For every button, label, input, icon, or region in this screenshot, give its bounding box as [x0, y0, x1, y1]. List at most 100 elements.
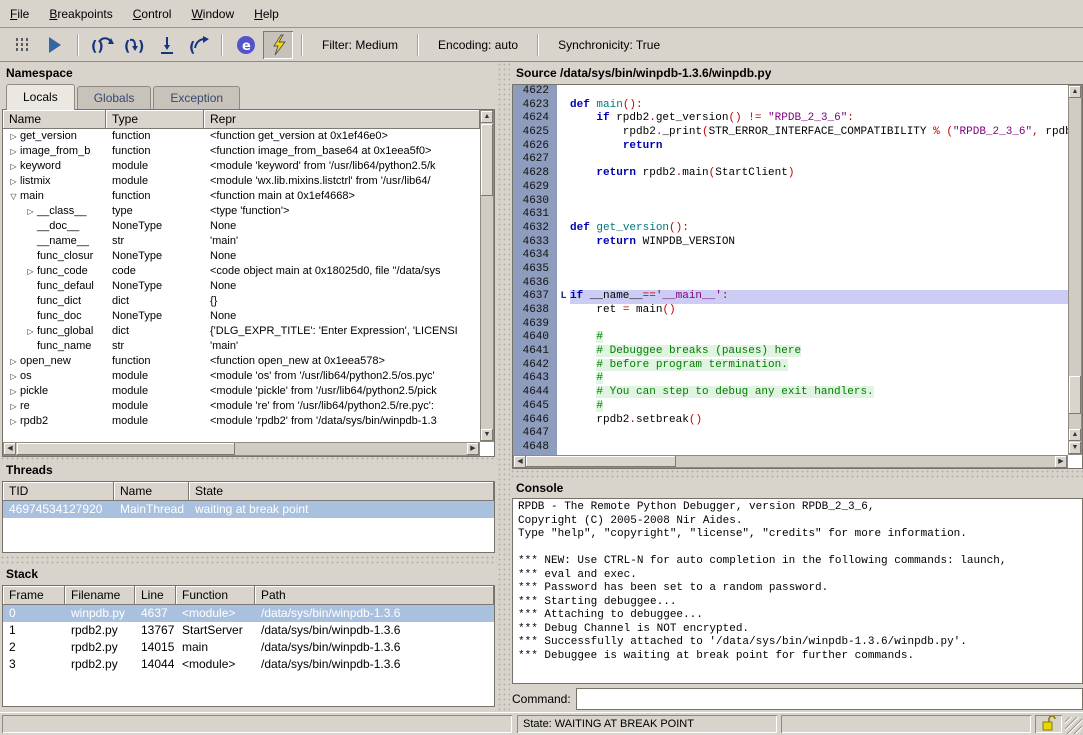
- line-number[interactable]: 4642: [513, 359, 557, 373]
- menu-item-file[interactable]: File: [0, 2, 39, 26]
- go-button[interactable]: [39, 31, 69, 59]
- line-number[interactable]: 4622: [513, 85, 557, 99]
- namespace-row[interactable]: ▷osmodule<module 'os' from '/usr/lib64/p…: [3, 369, 480, 384]
- line-number[interactable]: 4628: [513, 167, 557, 181]
- line-number[interactable]: 4647: [513, 427, 557, 441]
- source-line[interactable]: 4634: [513, 249, 1068, 263]
- source-line[interactable]: 4638 ret = main(): [513, 304, 1068, 318]
- expand-icon[interactable]: ▷: [7, 354, 20, 369]
- source-line[interactable]: 4627: [513, 153, 1068, 167]
- analyze-exception-button[interactable]: e: [231, 31, 261, 59]
- scroll-left-icon[interactable]: ◀: [514, 456, 526, 468]
- source-line[interactable]: 4629: [513, 181, 1068, 195]
- source-line[interactable]: 4625 rpdb2._print(STR_ERROR_INTERFACE_CO…: [513, 126, 1068, 140]
- breakpoint-margin[interactable]: [557, 331, 570, 345]
- breakpoint-margin[interactable]: [557, 263, 570, 277]
- command-input[interactable]: [576, 688, 1083, 710]
- breakpoint-margin[interactable]: [557, 181, 570, 195]
- vertical-splitter[interactable]: [497, 62, 510, 712]
- goto-button[interactable]: (: [183, 31, 213, 59]
- scrollbar-thumb[interactable]: [1069, 376, 1081, 414]
- breakpoint-margin[interactable]: [557, 249, 570, 263]
- column-header-repr[interactable]: Repr: [204, 110, 480, 129]
- namespace-hscrollbar[interactable]: ◀ ▶: [3, 442, 480, 456]
- current-line-marker[interactable]: L: [557, 290, 570, 304]
- breakpoint-margin[interactable]: [557, 236, 570, 250]
- column-header-path[interactable]: Path: [255, 586, 494, 605]
- expand-icon[interactable]: ▷: [24, 324, 37, 339]
- scroll-up-icon[interactable]: ▲: [481, 111, 493, 123]
- line-number[interactable]: 4637: [513, 290, 557, 304]
- breakpoint-margin[interactable]: [557, 414, 570, 428]
- source-line[interactable]: 4631: [513, 208, 1068, 222]
- breakpoint-margin[interactable]: [557, 126, 570, 140]
- source-line[interactable]: 4630: [513, 195, 1068, 209]
- breakpoint-margin[interactable]: [557, 441, 570, 455]
- breakpoint-margin[interactable]: [557, 222, 570, 236]
- expand-icon[interactable]: ▷: [24, 264, 37, 279]
- scroll-up-icon[interactable]: ▲: [1069, 429, 1081, 441]
- expand-icon[interactable]: ▷: [7, 414, 20, 429]
- horizontal-splitter[interactable]: [510, 469, 1083, 478]
- source-line[interactable]: 4633 return WINPDB_VERSION: [513, 236, 1068, 250]
- expand-icon[interactable]: ▷: [7, 384, 20, 399]
- menu-item-breakpoints[interactable]: Breakpoints: [39, 2, 122, 26]
- next-button[interactable]: (): [87, 31, 117, 59]
- namespace-vscrollbar[interactable]: ▲ ▼: [480, 110, 494, 442]
- source-line[interactable]: 4642 # before program termination.: [513, 359, 1068, 373]
- namespace-row[interactable]: ▷listmixmodule<module 'wx.lib.mixins.lis…: [3, 174, 480, 189]
- line-number[interactable]: 4627: [513, 153, 557, 167]
- source-line[interactable]: 4646 rpdb2.setbreak(): [513, 414, 1068, 428]
- collapse-icon[interactable]: ▽: [7, 189, 20, 204]
- tab-locals[interactable]: Locals: [6, 84, 75, 110]
- stack-frame-row[interactable]: 2rpdb2.py14015main/data/sys/bin/winpdb-1…: [3, 639, 494, 656]
- column-header-function[interactable]: Function: [176, 586, 255, 605]
- source-line[interactable]: 4641 # Debuggee breaks (pauses) here: [513, 345, 1068, 359]
- console-output[interactable]: RPDB - The Remote Python Debugger, versi…: [512, 498, 1083, 684]
- step-button[interactable]: ( ): [119, 31, 149, 59]
- expand-icon[interactable]: ▷: [7, 369, 20, 384]
- source-line[interactable]: 4622: [513, 85, 1068, 99]
- source-line[interactable]: 4632def get_version():: [513, 222, 1068, 236]
- breakpoint-margin[interactable]: [557, 372, 570, 386]
- stack-frame-row[interactable]: 3rpdb2.py14044<module>/data/sys/bin/winp…: [3, 656, 494, 673]
- column-header-type[interactable]: Type: [106, 110, 204, 129]
- return-button[interactable]: [151, 31, 181, 59]
- expand-icon[interactable]: ▷: [7, 399, 20, 414]
- line-number[interactable]: 4623: [513, 99, 557, 113]
- breakpoint-margin[interactable]: [557, 99, 570, 113]
- source-line[interactable]: 4637Lif __name__=='__main__':: [513, 290, 1068, 304]
- namespace-row[interactable]: __name__str'main': [3, 234, 480, 249]
- line-number[interactable]: 4625: [513, 126, 557, 140]
- synchronicity-label[interactable]: Synchronicity: True: [546, 38, 672, 52]
- source-line[interactable]: 4624 if rpdb2.get_version() != "RPDB_2_3…: [513, 112, 1068, 126]
- line-number[interactable]: 4641: [513, 345, 557, 359]
- line-number[interactable]: 4631: [513, 208, 557, 222]
- tab-globals[interactable]: Globals: [77, 86, 152, 110]
- horizontal-splitter[interactable]: [0, 555, 497, 564]
- scrollbar-thumb[interactable]: [17, 443, 235, 455]
- scroll-up-icon[interactable]: ▲: [1069, 86, 1081, 98]
- breakpoint-margin[interactable]: [557, 85, 570, 99]
- breakpoint-margin[interactable]: [557, 400, 570, 414]
- namespace-row[interactable]: func_namestr'main': [3, 339, 480, 354]
- namespace-row[interactable]: ▷image_from_bfunction<function image_fro…: [3, 144, 480, 159]
- line-number[interactable]: 4632: [513, 222, 557, 236]
- line-number[interactable]: 4644: [513, 386, 557, 400]
- column-header-name[interactable]: Name: [3, 110, 106, 129]
- source-line[interactable]: 4628 return rpdb2.main(StartClient): [513, 167, 1068, 181]
- line-number[interactable]: 4624: [513, 112, 557, 126]
- scroll-right-icon[interactable]: ▶: [1055, 456, 1067, 468]
- horizontal-splitter[interactable]: [0, 456, 497, 463]
- source-line[interactable]: 4640 #: [513, 331, 1068, 345]
- line-number[interactable]: 4643: [513, 372, 557, 386]
- breakpoint-margin[interactable]: [557, 153, 570, 167]
- source-code[interactable]: 46224623def main():4624 if rpdb2.get_ver…: [513, 85, 1068, 455]
- namespace-row[interactable]: ▷keywordmodule<module 'keyword' from '/u…: [3, 159, 480, 174]
- column-header-filename[interactable]: Filename: [65, 586, 135, 605]
- line-number[interactable]: 4646: [513, 414, 557, 428]
- namespace-row[interactable]: ▷open_newfunction<function open_new at 0…: [3, 354, 480, 369]
- column-header-name[interactable]: Name: [114, 482, 189, 501]
- column-header-frame[interactable]: Frame: [3, 586, 65, 605]
- namespace-row[interactable]: ▷__class__type<type 'function'>: [3, 204, 480, 219]
